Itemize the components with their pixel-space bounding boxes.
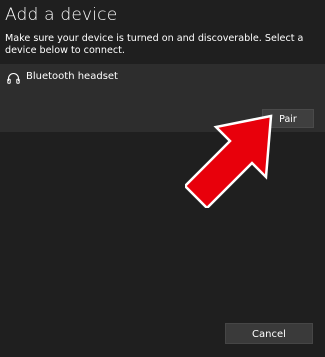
device-list-item[interactable]: Bluetooth headset Pair bbox=[0, 64, 325, 132]
device-name: Bluetooth headset bbox=[26, 71, 118, 82]
add-device-dialog: Add a device Make sure your device is tu… bbox=[0, 0, 325, 357]
dialog-title: Add a device bbox=[5, 5, 118, 25]
headphones-icon bbox=[7, 73, 20, 84]
cancel-button[interactable]: Cancel bbox=[225, 323, 313, 344]
pair-button[interactable]: Pair bbox=[262, 109, 314, 128]
dialog-description: Make sure your device is turned on and d… bbox=[5, 33, 304, 56]
